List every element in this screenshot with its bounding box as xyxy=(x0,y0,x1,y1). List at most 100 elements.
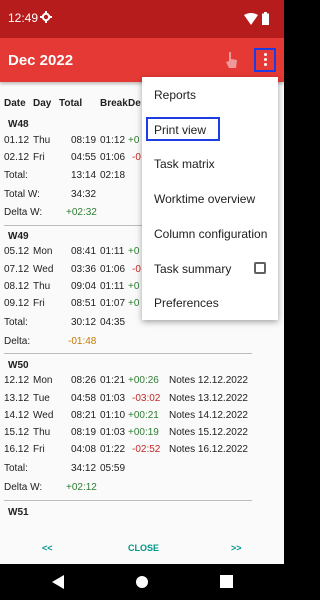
table-cell: 01:11 xyxy=(100,246,125,257)
table-cell: +02:12 xyxy=(66,482,97,493)
table-cell: 05.12 xyxy=(4,246,30,257)
table-cell: 14.12 xyxy=(4,410,30,421)
table-cell: +00:26 xyxy=(128,375,159,386)
table-cell: Mon xyxy=(33,375,53,386)
table-cell: Wed xyxy=(33,264,54,275)
table-cell: 09:04 xyxy=(71,281,97,292)
table-cell: 01:10 xyxy=(100,410,126,421)
header-total: Total xyxy=(59,98,83,109)
table-cell: 08:21 xyxy=(71,410,97,421)
status-time: 12:49 xyxy=(8,11,39,25)
menu-item-print-view[interactable]: Print view xyxy=(142,112,278,146)
table-cell: 08:51 xyxy=(71,298,97,309)
recents-icon[interactable] xyxy=(220,575,233,588)
table-cell: +0 xyxy=(128,298,140,309)
table-row[interactable]: 15.12 Thu 08:19 01:03 +00:19 Notes 15.12.2022 xyxy=(4,427,284,442)
menu-item-preferences[interactable]: Preferences xyxy=(142,285,278,319)
home-icon[interactable] xyxy=(135,575,149,589)
menu-item-task-summary[interactable]: Task summary xyxy=(142,251,278,285)
table-cell: 12.12 xyxy=(4,375,30,386)
table-cell: Thu xyxy=(33,427,51,438)
table-cell: 01:21 xyxy=(100,375,126,386)
table-cell: Fri xyxy=(33,298,45,309)
table-cell: 08:19 xyxy=(71,427,97,438)
table-cell: 13.12 xyxy=(4,393,30,404)
menu-item-label: Worktime overview xyxy=(154,192,256,206)
table-cell: 08:19 xyxy=(71,135,97,146)
table-cell: Notes 16.12.2022 xyxy=(169,444,248,455)
menu-item-task-matrix[interactable]: Task matrix xyxy=(142,146,278,180)
table-cell: Total W: xyxy=(4,189,40,200)
table-cell: +00:19 xyxy=(128,427,159,438)
table-cell: 01.12 xyxy=(4,135,30,146)
menu-item-column-configuration[interactable]: Column configuration xyxy=(142,216,278,250)
week-label: W50 xyxy=(8,360,29,371)
menu-item-label: Preferences xyxy=(154,296,219,310)
table-cell: 01:11 xyxy=(100,281,125,292)
navigation-bar xyxy=(0,564,284,600)
table-cell: Total: xyxy=(4,463,28,474)
table-cell: Thu xyxy=(33,135,51,146)
table-cell: -01:48 xyxy=(68,336,97,347)
table-cell: +0 xyxy=(128,281,140,292)
table-cell: -02:52 xyxy=(132,444,161,455)
prev-button[interactable]: << xyxy=(42,543,53,553)
back-icon[interactable] xyxy=(52,575,65,589)
table-cell: +02:32 xyxy=(66,207,97,218)
task-summary-checkbox[interactable] xyxy=(254,262,266,274)
table-cell: 09.12 xyxy=(4,298,30,309)
table-cell: Notes 13.12.2022 xyxy=(169,393,248,404)
table-cell: 07.12 xyxy=(4,264,30,275)
table-cell: -0 xyxy=(132,152,141,163)
table-cell: Notes 14.12.2022 xyxy=(169,410,248,421)
table-cell: 13:14 xyxy=(71,170,97,181)
table-cell: 08.12 xyxy=(4,281,30,292)
table-cell: 04:35 xyxy=(100,317,126,328)
battery-icon xyxy=(262,12,269,25)
table-cell: Tue xyxy=(33,393,50,404)
delta-week-row: Delta W: +02:12 xyxy=(4,482,284,497)
delta-row: Delta: -01:48 xyxy=(4,336,284,351)
next-button[interactable]: >> xyxy=(231,543,242,553)
header-date: Date xyxy=(4,98,26,109)
hand-pointer-icon[interactable] xyxy=(224,51,240,69)
bottom-bar: << CLOSE >> xyxy=(0,530,284,564)
week-label: W48 xyxy=(8,119,29,130)
table-row[interactable]: 16.12 Fri 04:08 01:22 -02:52 Notes 16.12.2022 xyxy=(4,444,284,459)
more-vert-icon xyxy=(264,53,267,67)
table-cell: 01:06 xyxy=(100,264,126,275)
table-cell: Total: xyxy=(4,170,28,181)
week-label: W51 xyxy=(8,507,29,518)
table-cell: Delta W: xyxy=(4,482,43,493)
table-cell: 16.12 xyxy=(4,444,30,455)
menu-item-reports[interactable]: Reports xyxy=(142,77,278,111)
table-row[interactable]: 14.12 Wed 08:21 01:10 +00:21 Notes 14.12.2022 xyxy=(4,410,284,425)
table-row[interactable]: 12.12 Mon 08:26 01:21 +00:26 Notes 12.12.2022 xyxy=(4,375,284,390)
table-cell: 05:59 xyxy=(100,463,126,474)
table-row[interactable]: 13.12 Tue 04:58 01:03 -03:02 Notes 13.12.2022 xyxy=(4,393,284,408)
divider xyxy=(4,353,252,354)
total-row: Total: 34:12 05:59 xyxy=(4,463,284,478)
close-button[interactable]: CLOSE xyxy=(128,543,159,553)
table-cell: 02:18 xyxy=(100,170,126,181)
table-cell: Mon xyxy=(33,246,53,257)
overflow-menu-button[interactable] xyxy=(254,48,276,72)
week-header: W51 xyxy=(4,507,284,522)
table-cell: 01:03 xyxy=(100,427,126,438)
table-cell: Delta W: xyxy=(4,207,43,218)
page-title: Dec 2022 xyxy=(8,52,74,69)
table-cell: +00:21 xyxy=(128,410,159,421)
table-cell: Wed xyxy=(33,410,54,421)
week-header: W50 xyxy=(4,360,284,375)
menu-item-worktime-overview[interactable]: Worktime overview xyxy=(142,181,278,215)
app-bar: Dec 2022 xyxy=(0,38,284,82)
header-day: Day xyxy=(33,98,52,109)
header-delta: De xyxy=(128,98,141,109)
header-break: Break xyxy=(100,98,128,109)
table-cell: 08:26 xyxy=(71,375,97,386)
table-cell: Fri xyxy=(33,444,45,455)
table-cell: 04:55 xyxy=(71,152,97,163)
menu-item-label: Column configuration xyxy=(154,227,268,241)
table-cell: -03:02 xyxy=(132,393,161,404)
menu-item-label: Task matrix xyxy=(154,157,215,171)
